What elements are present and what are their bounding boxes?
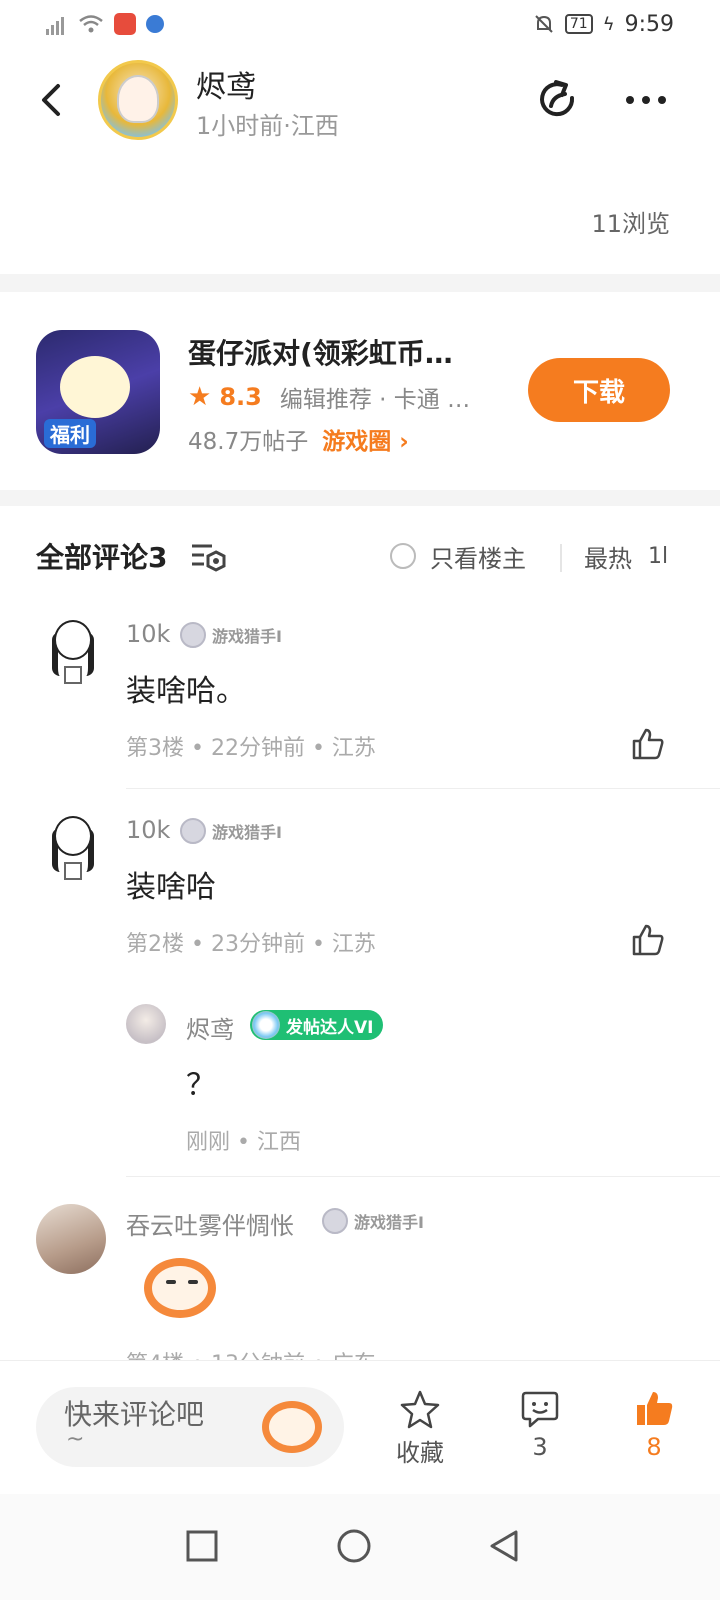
game-post-count: 48.7万帖子 — [188, 429, 309, 455]
more-icon[interactable] — [622, 82, 670, 118]
comment-input-placeholder: 快来评论吧 — [64, 1398, 205, 1431]
comment-meta: 第2楼 • 23分钟前 • 江苏 — [126, 932, 376, 957]
game-stats-row: 48.7万帖子 游戏圈 › — [188, 422, 409, 456]
notification-app-icon — [146, 15, 164, 33]
mute-icon — [535, 15, 553, 33]
game-tags: 编辑推荐 · 卡通 … — [279, 387, 471, 413]
comment-input[interactable]: 快来评论吧 ~ — [36, 1387, 344, 1467]
commenter-avatar[interactable] — [36, 1204, 106, 1274]
like-icon — [637, 1392, 673, 1425]
charging-icon: ϟ — [602, 13, 615, 35]
download-button[interactable]: 下载 — [528, 358, 670, 422]
comment-text: 装啥哈 — [126, 870, 216, 905]
game-rating: 8.3 — [219, 383, 262, 411]
divider — [126, 1176, 720, 1177]
section-divider — [0, 490, 720, 506]
comments-header: 全部评论3 只看楼主 最热 1l — [0, 520, 720, 592]
battery-indicator: 71 — [564, 14, 593, 34]
user-badge: 游戏猎手I — [180, 622, 282, 648]
commenter-name[interactable]: 10k — [126, 816, 170, 844]
divider — [560, 544, 562, 572]
commenter-avatar[interactable] — [50, 620, 96, 684]
favorite-button[interactable]: 收藏 — [380, 1389, 460, 1479]
wifi-icon — [79, 15, 103, 33]
comment-input-placeholder-tail: ~ — [66, 1427, 85, 1452]
game-card[interactable]: 福利 蛋仔派对(领彩虹币… ★ 8.3 编辑推荐 · 卡通 … 48.7万帖子 … — [0, 296, 720, 492]
sort-selector[interactable]: 最热 — [584, 539, 632, 574]
back-nav-icon[interactable] — [484, 1526, 524, 1566]
reply-text: ？ — [186, 1068, 216, 1103]
view-count: 11浏览 — [591, 210, 670, 238]
recent-apps-icon[interactable] — [182, 1526, 222, 1566]
home-icon[interactable] — [334, 1526, 374, 1566]
bottom-action-bar: 快来评论吧 ~ 收藏 3 8 — [0, 1360, 720, 1494]
commenter-name[interactable]: 10k — [126, 620, 170, 648]
like-icon[interactable] — [630, 922, 666, 958]
comment-meta: 第3楼 • 22分钟前 • 江苏 — [126, 736, 376, 761]
favorite-icon — [400, 1390, 440, 1429]
filter-icon[interactable] — [190, 540, 228, 574]
replier-name[interactable]: 烬鸢 — [186, 1010, 234, 1045]
comment-text: 装啥哈。 — [126, 674, 246, 709]
comment-button[interactable]: 3 — [500, 1389, 580, 1479]
notification-app-icon — [114, 13, 136, 35]
game-circle-link[interactable]: 游戏圈 › — [322, 422, 409, 456]
signal-icon — [46, 13, 68, 35]
user-badge: 游戏猎手I — [180, 818, 282, 844]
replier-avatar[interactable] — [126, 1004, 166, 1044]
author-badge: 发帖达人VI — [250, 1010, 384, 1040]
game-title[interactable]: 蛋仔派对(领彩虹币… — [188, 332, 453, 372]
sticker-image — [134, 1250, 226, 1322]
game-rating-row: ★ 8.3 编辑推荐 · 卡通 … — [188, 380, 470, 414]
share-icon[interactable] — [534, 76, 582, 124]
game-icon[interactable]: 福利 — [36, 330, 160, 454]
comments-title: 全部评论3 — [36, 541, 168, 574]
medal-icon — [252, 1011, 280, 1039]
badge-icon — [322, 1208, 348, 1234]
status-bar: 71 ϟ 9:59 — [0, 0, 720, 48]
radio-icon — [390, 543, 416, 569]
comment-icon — [521, 1391, 559, 1428]
like-icon[interactable] — [630, 726, 666, 762]
section-divider — [0, 274, 720, 292]
clock: 9:59 — [624, 11, 674, 37]
divider — [126, 788, 720, 789]
commenter-avatar[interactable] — [50, 816, 96, 880]
author-name[interactable]: 烬鸢 — [196, 62, 256, 106]
back-icon[interactable] — [30, 78, 74, 122]
chevron-right-icon: › — [399, 429, 409, 455]
only-author-toggle[interactable]: 只看楼主 — [390, 539, 526, 574]
system-navigation-bar — [0, 1494, 720, 1600]
sort-icon[interactable]: 1l — [648, 544, 668, 569]
emoji-icon[interactable] — [262, 1401, 322, 1453]
commenter-name[interactable]: 吞云吐雾伴惆怅 — [126, 1206, 294, 1241]
badge-icon — [180, 622, 206, 648]
post-meta: 1小时前·江西 — [196, 112, 339, 140]
star-icon: ★ — [188, 382, 212, 412]
post-header: 烬鸢 1小时前·江西 — [0, 56, 720, 146]
like-button[interactable]: 8 — [614, 1389, 694, 1479]
reply-meta: 刚刚 • 江西 — [186, 1130, 301, 1155]
author-avatar[interactable] — [98, 60, 178, 140]
user-badge: 游戏猎手I — [322, 1208, 424, 1234]
badge-icon — [180, 818, 206, 844]
